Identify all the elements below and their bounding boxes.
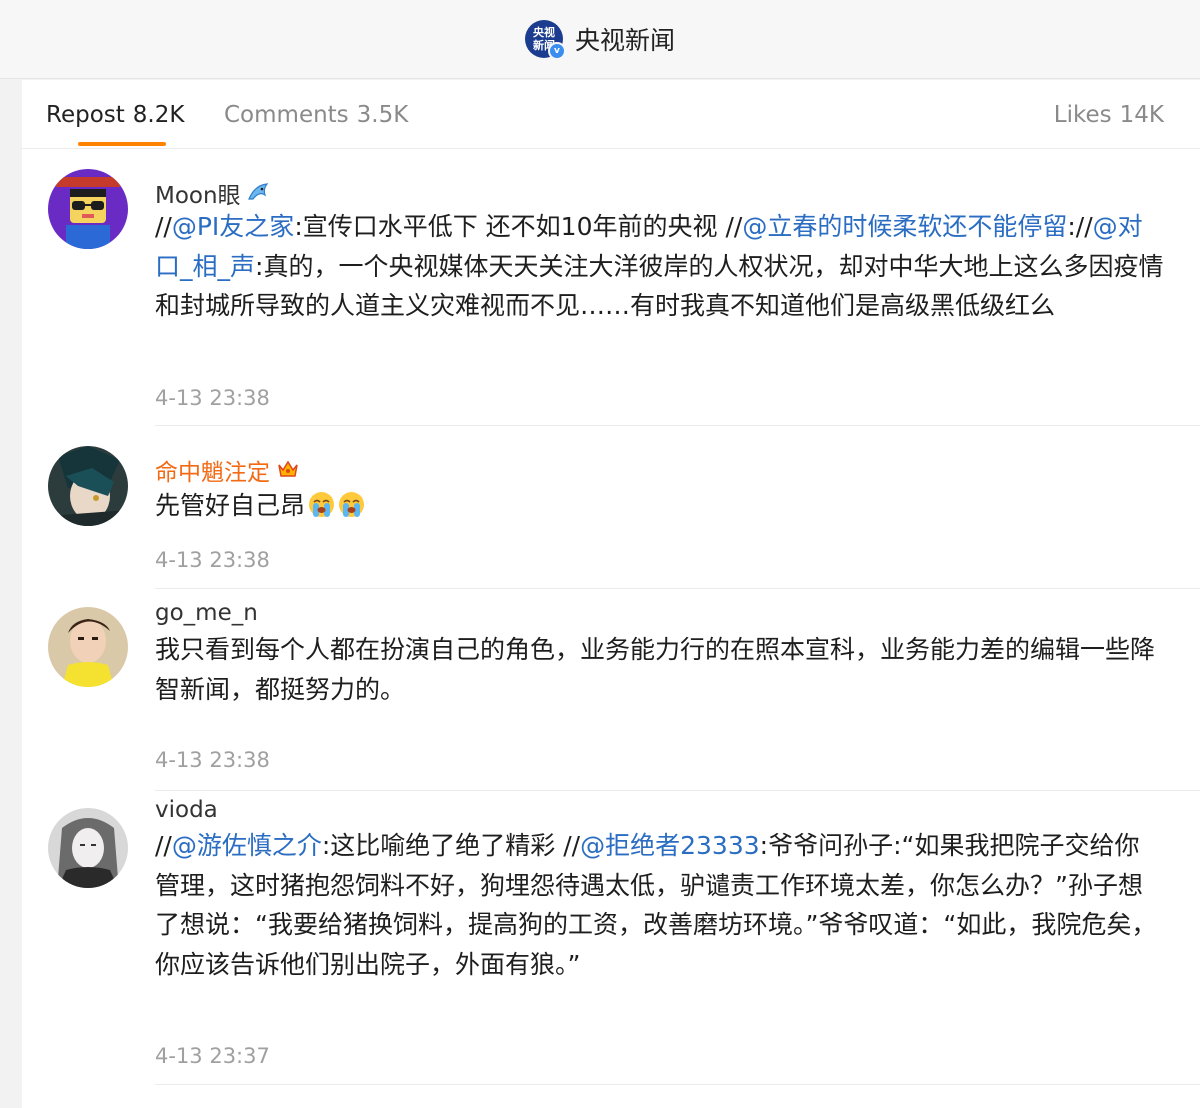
username-text: Moon眼: [155, 183, 241, 209]
username-text: vioda: [155, 797, 218, 823]
text-segment: :宣传口水平低下 还不如10年前的央视: [294, 212, 726, 241]
divider: [155, 790, 1200, 791]
text-segment: //: [1075, 212, 1093, 241]
mention-link[interactable]: @立春的时候柔软还不能停留: [742, 212, 1067, 241]
mention-link[interactable]: @PI友之家: [172, 212, 294, 241]
tab-likes-label: Likes: [1053, 102, 1112, 128]
crying-face-emoji-icon: [308, 490, 335, 517]
text-segment: //: [725, 212, 743, 241]
avatar[interactable]: [48, 607, 128, 687]
text-segment: :这比喻绝了绝了精彩: [321, 831, 564, 860]
tab-likes-count: 14K: [1119, 102, 1164, 128]
username-text: go_me_n: [155, 600, 258, 626]
text-segment: //: [563, 831, 581, 860]
avatar[interactable]: [48, 808, 128, 888]
divider: [155, 425, 1200, 426]
repost-text-body: 先管好自己昂: [155, 491, 305, 520]
cctv-news-logo[interactable]: 央视 新闻 v: [524, 20, 566, 60]
divider: [155, 588, 1200, 589]
divider: [155, 1084, 1200, 1085]
active-tab-indicator: [78, 142, 166, 146]
text-segment: 先管好自己昂: [155, 491, 306, 520]
crown-badge-icon: [276, 458, 300, 485]
tab-comments-count: 3.5K: [356, 102, 409, 128]
avatar[interactable]: [48, 446, 128, 526]
timestamp: 4-13 23:38: [155, 386, 270, 410]
text-segment: 我只看到每个人都在扮演自己的角色，业务能力行的在照本宣科，业务能力差的编辑一些降…: [155, 635, 1156, 704]
account-title[interactable]: 央视新闻: [575, 21, 675, 57]
mention-link[interactable]: @游佐慎之介: [172, 831, 322, 860]
username[interactable]: vioda: [155, 797, 218, 823]
repost-item: Moon眼 //@PI友之家:宣传口水平低下 还不如10年前的央视 //@立春的…: [22, 164, 1200, 440]
text-segment: //: [155, 831, 172, 860]
text-segment: //: [155, 212, 172, 241]
repost-item: 命中魈注定 先管好自己昂 4-13 23:38: [22, 442, 1200, 602]
text-segment: :: [1067, 212, 1076, 241]
top-bar: 央视 新闻 v 央视新闻: [0, 0, 1200, 79]
repost-item: vioda //@游佐慎之介:这比喻绝了绝了精彩 //@拒绝者23333:爷爷问…: [22, 797, 1200, 1108]
tab-comments-label: Comments: [224, 102, 349, 128]
repost-text: 先管好自己昂: [155, 486, 1164, 526]
avatar[interactable]: [48, 169, 128, 249]
dolphin-badge-icon: [247, 181, 271, 208]
tab-repost-count: 8.2K: [132, 102, 185, 128]
repost-item: go_me_n 我只看到每个人都在扮演自己的角色，业务能力行的在照本宣科，业务能…: [22, 600, 1200, 802]
tab-bar: Repost 8.2K Comments 3.5K Likes 14K: [22, 80, 1200, 149]
tab-repost-label: Repost: [46, 102, 125, 128]
verified-icon: v: [547, 42, 566, 60]
username-text: 命中魈注定: [155, 460, 270, 486]
tab-repost[interactable]: Repost 8.2K: [46, 102, 184, 128]
crying-face-emoji-icon: [338, 490, 365, 517]
tab-likes[interactable]: Likes 14K: [1054, 102, 1164, 128]
tab-comments[interactable]: Comments 3.5K: [224, 102, 408, 128]
timestamp: 4-13 23:38: [155, 548, 270, 572]
repost-panel: Repost 8.2K Comments 3.5K Likes 14K Moon…: [22, 80, 1200, 1108]
repost-text: //@PI友之家:宣传口水平低下 还不如10年前的央视 //@立春的时候柔软还不…: [155, 207, 1164, 326]
repost-text: //@游佐慎之介:这比喻绝了绝了精彩 //@拒绝者23333:爷爷问孙子:“如果…: [155, 826, 1164, 984]
timestamp: 4-13 23:37: [155, 1044, 270, 1068]
username[interactable]: go_me_n: [155, 600, 258, 626]
text-segment: :真的，一个央视媒体天天关注大洋彼岸的人权状况，却对中华大地上这么多因疫情和封城…: [155, 251, 1164, 321]
timestamp: 4-13 23:38: [155, 748, 270, 772]
username[interactable]: Moon眼: [155, 176, 271, 210]
username[interactable]: 命中魈注定: [155, 453, 300, 487]
repost-text: 我只看到每个人都在扮演自己的角色，业务能力行的在照本宣科，业务能力差的编辑一些降…: [155, 630, 1164, 709]
mention-link[interactable]: @拒绝者23333: [580, 831, 760, 860]
